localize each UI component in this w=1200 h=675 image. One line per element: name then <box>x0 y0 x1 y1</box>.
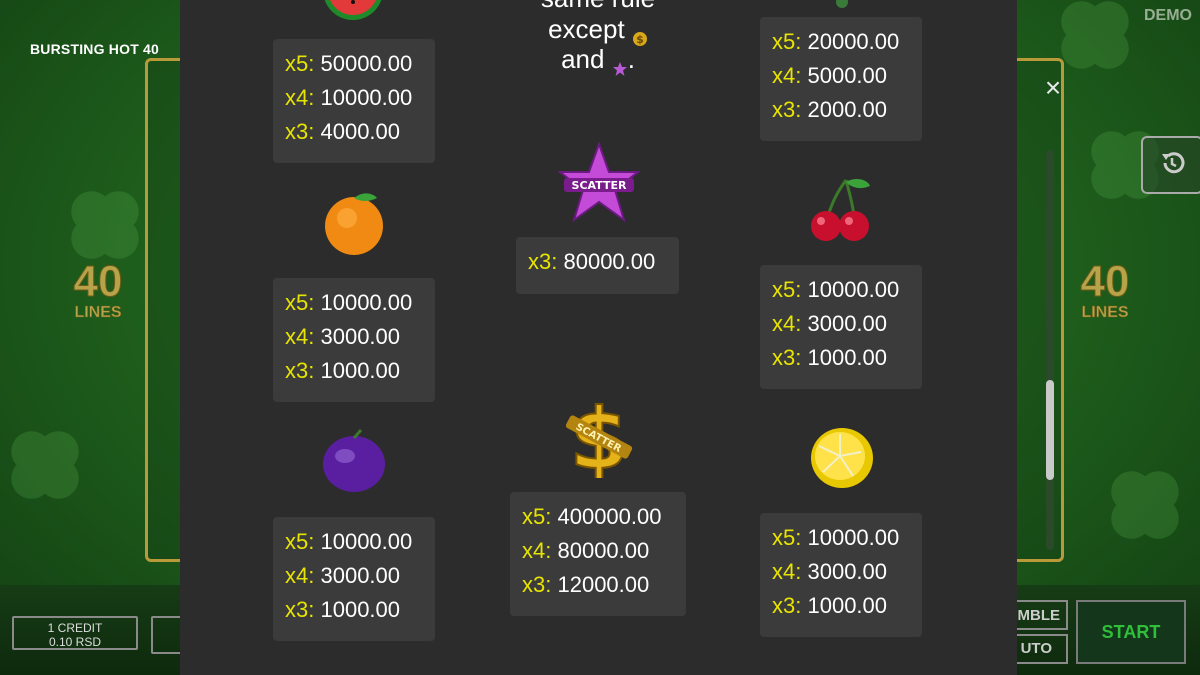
demo-label: DEMO <box>1144 7 1192 24</box>
lines-number: 40 <box>73 257 123 306</box>
pay-line: x3: 1000.00 <box>772 345 888 370</box>
watermelon-icon <box>318 0 388 40</box>
history-button[interactable] <box>1141 136 1200 194</box>
pay-line: x4: 80000.00 <box>522 538 650 563</box>
credit-count: 1 CREDIT <box>47 621 103 635</box>
start-button[interactable]: START <box>1076 600 1186 664</box>
dollar-scatter-icon: $SCATTER <box>560 389 638 489</box>
pay-line: x4: 3000.00 <box>772 311 888 336</box>
pay-line: x3: 2000.00 <box>772 97 888 122</box>
pay-line: x3: 1000.00 <box>285 358 401 383</box>
dollar-mini-icon: $ <box>632 23 648 47</box>
svg-text:$: $ <box>636 33 644 46</box>
pay-line: x5: 10000.00 <box>285 529 413 554</box>
cherry-paybox: x5: 10000.00 x4: 3000.00 x3: 1000.00 <box>760 265 922 389</box>
watermelon-paybox: x5: 50000.00 x4: 10000.00 x3: 4000.00 <box>273 39 435 163</box>
paytable-intro: same rule except $ and . <box>510 0 686 77</box>
credit-value: 0.10 RSD <box>48 635 102 649</box>
lines-badge-left: 40 LINES <box>48 257 148 322</box>
clover-decoration <box>0 420 90 510</box>
pay-line: x4: 3000.00 <box>285 563 401 588</box>
lines-label: LINES <box>74 304 122 322</box>
lines-badge-right: 40 LINES <box>1055 257 1155 322</box>
star-scatter-paybox: x3: 80000.00 <box>516 237 679 294</box>
dollar-scatter-paybox: x5: 400000.00 x4: 80000.00 x3: 12000.00 <box>510 492 686 616</box>
pay-line: x4: 3000.00 <box>285 324 401 349</box>
intro-line3: and . <box>510 44 686 77</box>
close-icon[interactable]: × <box>1040 74 1066 102</box>
pay-line: x3: 1000.00 <box>772 593 888 618</box>
pay-line: x3: 80000.00 <box>528 249 656 274</box>
grapes-paybox: x5: 20000.00 x4: 5000.00 x3: 2000.00 <box>760 17 922 141</box>
pay-line: x3: 1000.00 <box>285 597 401 622</box>
game-title: BURSTING HOT 40 <box>30 41 160 57</box>
pay-line: x5: 20000.00 <box>772 29 900 54</box>
credit-selector[interactable]: 1 CREDIT 0.10 RSD <box>12 616 138 650</box>
paytable-scrollbar[interactable] <box>1046 150 1054 550</box>
orange-paybox: x5: 10000.00 x4: 3000.00 x3: 1000.00 <box>273 278 435 402</box>
lemon-icon <box>807 422 877 492</box>
lines-number: 40 <box>1080 257 1130 306</box>
scrollbar-thumb[interactable] <box>1046 380 1054 480</box>
star-mini-icon <box>612 53 628 77</box>
pay-line: x5: 10000.00 <box>772 525 900 550</box>
pay-line: x5: 400000.00 <box>522 504 662 529</box>
pay-line: x5: 50000.00 <box>285 51 413 76</box>
pay-line: x4: 3000.00 <box>772 559 888 584</box>
pay-line: x5: 10000.00 <box>285 290 413 315</box>
pay-line: x3: 4000.00 <box>285 119 401 144</box>
plum-paybox: x5: 10000.00 x4: 3000.00 x3: 1000.00 <box>273 517 435 641</box>
pay-line: x3: 12000.00 <box>522 572 650 597</box>
lines-label: LINES <box>1081 304 1129 322</box>
paytable-panel: same rule except $ and . x5: 50000.00 x4… <box>180 0 1017 675</box>
star-scatter-label: SCATTER <box>572 179 627 192</box>
pay-line: x4: 5000.00 <box>772 63 888 88</box>
pay-line: x4: 10000.00 <box>285 85 413 110</box>
orange-icon <box>319 188 389 258</box>
cherry-icon <box>806 176 876 246</box>
pay-line: x5: 10000.00 <box>772 277 900 302</box>
lemon-paybox: x5: 10000.00 x4: 3000.00 x3: 1000.00 <box>760 513 922 637</box>
intro-line1: same rule <box>510 0 686 14</box>
history-icon <box>1157 148 1187 183</box>
clover-decoration <box>1100 460 1190 550</box>
star-scatter-icon: SCATTER <box>557 141 641 224</box>
intro-line2: except $ <box>510 14 686 47</box>
plum-icon <box>319 426 389 496</box>
